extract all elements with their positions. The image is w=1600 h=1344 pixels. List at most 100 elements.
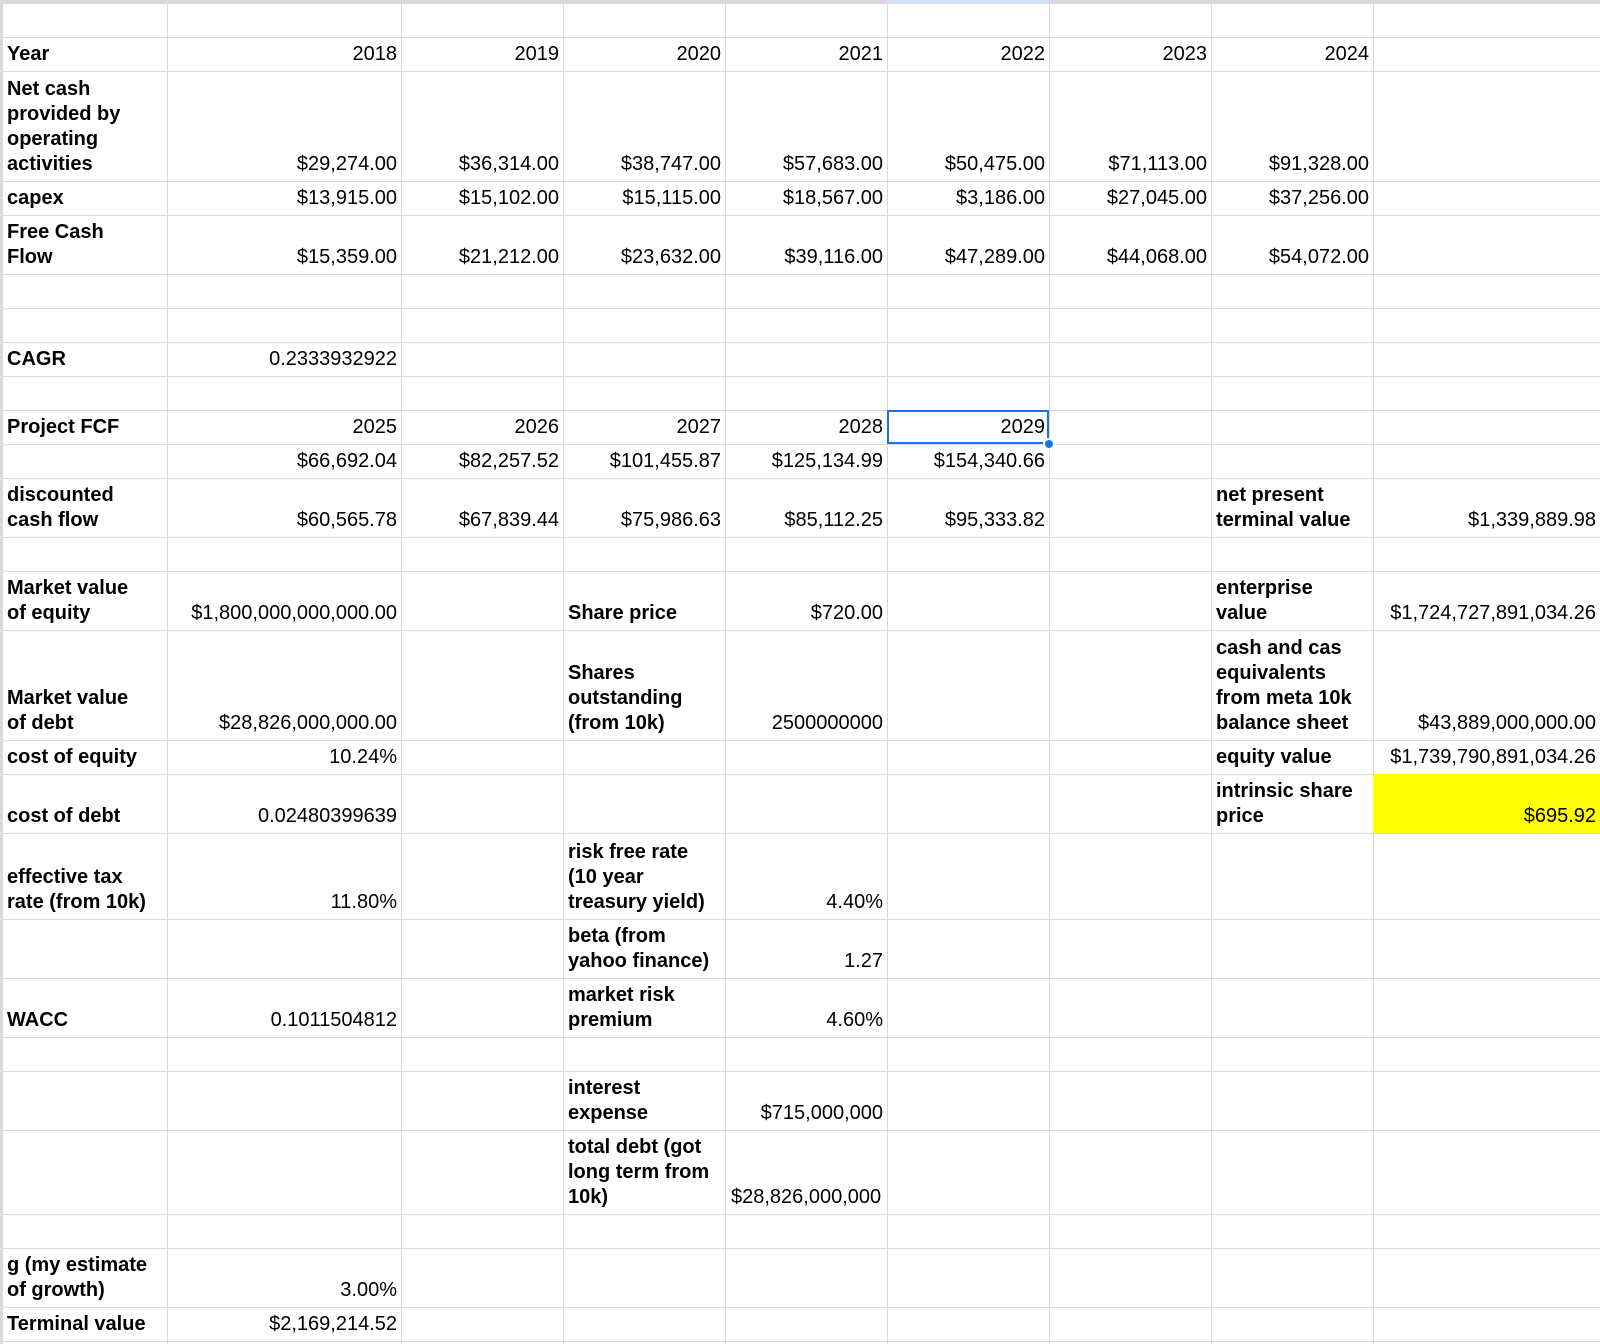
net-present-terminal-value[interactable]: $1,339,889.98 [1373, 478, 1600, 537]
shares-outstanding-value[interactable]: 2500000000 [725, 630, 887, 740]
cash-equivalents-label[interactable]: cash and cas equivalents from meta 10k b… [1211, 630, 1373, 740]
discounted-cash-flow-cell[interactable]: $95,333.82 [887, 478, 1049, 537]
projected-year-cell[interactable]: 2025 [167, 410, 401, 444]
free-cash-flow-cell[interactable]: $39,116.00 [725, 215, 887, 274]
operating-cash-label[interactable]: Net cash provided by operating activitie… [2, 71, 167, 181]
beta-label[interactable]: beta (from yahoo finance) [563, 919, 725, 978]
row-gridline [0, 376, 1600, 377]
cash-equivalents-value[interactable]: $43,889,000,000.00 [1373, 630, 1600, 740]
capex-cell[interactable]: $27,045.00 [1049, 181, 1211, 215]
growth-label[interactable]: g (my estimate of growth) [2, 1248, 167, 1307]
discounted-cash-flow-cell[interactable]: $60,565.78 [167, 478, 401, 537]
capex-cell[interactable]: $15,102.00 [401, 181, 563, 215]
free-cash-flow-label[interactable]: Free Cash Flow [2, 215, 167, 274]
free-cash-flow-cell[interactable]: $23,632.00 [563, 215, 725, 274]
year-cell[interactable]: 2024 [1211, 37, 1373, 71]
risk-free-rate-value[interactable]: 4.40% [725, 833, 887, 919]
capex-cell[interactable]: $3,186.00 [887, 181, 1049, 215]
discounted-cash-flow-cell[interactable]: $85,112.25 [725, 478, 887, 537]
wacc-value[interactable]: 0.1011504812 [167, 978, 401, 1037]
year-cell[interactable]: 2020 [563, 37, 725, 71]
free-cash-flow-cell[interactable]: $54,072.00 [1211, 215, 1373, 274]
cagr-value[interactable]: 0.2333932922 [167, 342, 401, 376]
cagr-label[interactable]: CAGR [2, 342, 167, 376]
year-cell[interactable]: 2019 [401, 37, 563, 71]
capex-cell[interactable]: $13,915.00 [167, 181, 401, 215]
market-value-debt-value[interactable]: $28,826,000,000.00 [167, 630, 401, 740]
capex-cell[interactable]: $18,567.00 [725, 181, 887, 215]
operating-cash-cell[interactable]: $36,314.00 [401, 71, 563, 181]
year-cell[interactable]: 2021 [725, 37, 887, 71]
equity-value-label[interactable]: equity value [1211, 740, 1373, 774]
projected-fcf-cell[interactable]: $125,134.99 [725, 444, 887, 478]
wacc-label[interactable]: WACC [2, 978, 167, 1037]
row-gridline [0, 1037, 1600, 1038]
interest-expense-value[interactable]: $715,000,000 [725, 1071, 887, 1130]
year-cell[interactable]: 2018 [167, 37, 401, 71]
effective-tax-rate-label[interactable]: effective tax rate (from 10k) [2, 833, 167, 919]
intrinsic-share-price-label[interactable]: intrinsic share price [1211, 774, 1373, 833]
operating-cash-cell[interactable]: $57,683.00 [725, 71, 887, 181]
free-cash-flow-cell[interactable]: $44,068.00 [1049, 215, 1211, 274]
year-label[interactable]: Year [2, 37, 167, 71]
cost-of-debt-value[interactable]: 0.02480399639 [167, 774, 401, 833]
projected-year-cell[interactable]: 2028 [725, 410, 887, 444]
free-cash-flow-cell[interactable]: $15,359.00 [167, 215, 401, 274]
cost-of-debt-label[interactable]: cost of debt [2, 774, 167, 833]
market-risk-premium-value[interactable]: 4.60% [725, 978, 887, 1037]
total-debt-value[interactable]: $28,826,000,000 [725, 1130, 887, 1214]
total-debt-label[interactable]: total debt (got long term from 10k) [563, 1130, 725, 1214]
projected-year-cell[interactable]: 2026 [401, 410, 563, 444]
discounted-cash-flow-cell[interactable]: $75,986.63 [563, 478, 725, 537]
operating-cash-cell[interactable]: $29,274.00 [167, 71, 401, 181]
cost-of-equity-value[interactable]: 10.24% [167, 740, 401, 774]
terminal-value-value[interactable]: $2,169,214.52 [167, 1307, 401, 1341]
capex-cell[interactable]: $15,115.00 [563, 181, 725, 215]
row-gridline [0, 1341, 1600, 1342]
beta-value[interactable]: 1.27 [725, 919, 887, 978]
row-gridline [0, 308, 1600, 309]
operating-cash-cell[interactable]: $71,113.00 [1049, 71, 1211, 181]
projected-fcf-cell[interactable]: $154,340.66 [887, 444, 1049, 478]
spreadsheet-grid[interactable]: Year 2018 2019 2020 2021 2022 2023 2024 Net cash… [0, 0, 1600, 1344]
operating-cash-cell[interactable]: $91,328.00 [1211, 71, 1373, 181]
effective-tax-rate-value[interactable]: 11.80% [167, 833, 401, 919]
risk-free-rate-label[interactable]: risk free rate (10 year treasury yield) [563, 833, 725, 919]
row-gridline [0, 537, 1600, 538]
share-price-value[interactable]: $720.00 [725, 571, 887, 630]
market-value-equity-value[interactable]: $1,800,000,000,000.00 [167, 571, 401, 630]
year-cell[interactable]: 2023 [1049, 37, 1211, 71]
discounted-cash-flow-label[interactable]: discounted cash flow [2, 478, 167, 537]
operating-cash-cell[interactable]: $50,475.00 [887, 71, 1049, 181]
market-value-debt-label[interactable]: Market value of debt [2, 630, 167, 740]
operating-cash-cell[interactable]: $38,747.00 [563, 71, 725, 181]
row-gridline [0, 3, 1600, 4]
market-value-equity-label[interactable]: Market value of equity [2, 571, 167, 630]
equity-value-value[interactable]: $1,739,790,891,034.26 [1373, 740, 1600, 774]
row-gridline [0, 1214, 1600, 1215]
projected-year-cell[interactable]: 2027 [563, 410, 725, 444]
net-present-terminal-label[interactable]: net present terminal value [1211, 478, 1373, 537]
intrinsic-share-price-value[interactable]: $695.92 [1373, 774, 1600, 833]
market-risk-premium-label[interactable]: market risk premium [563, 978, 725, 1037]
terminal-value-label[interactable]: Terminal value [2, 1307, 167, 1341]
capex-cell[interactable]: $37,256.00 [1211, 181, 1373, 215]
enterprise-value-value[interactable]: $1,724,727,891,034.26 [1373, 571, 1600, 630]
fill-handle[interactable] [1043, 438, 1055, 450]
discounted-cash-flow-cell[interactable]: $67,839.44 [401, 478, 563, 537]
share-price-label[interactable]: Share price [563, 571, 725, 630]
enterprise-value-label[interactable]: enterprise value [1211, 571, 1373, 630]
selected-cell[interactable]: 2029 [887, 410, 1049, 444]
cost-of-equity-label[interactable]: cost of equity [2, 740, 167, 774]
project-fcf-label[interactable]: Project FCF [2, 410, 167, 444]
projected-fcf-cell[interactable]: $101,455.87 [563, 444, 725, 478]
shares-outstanding-label[interactable]: Shares outstanding (from 10k) [563, 630, 725, 740]
interest-expense-label[interactable]: interest expense [563, 1071, 725, 1130]
free-cash-flow-cell[interactable]: $21,212.00 [401, 215, 563, 274]
free-cash-flow-cell[interactable]: $47,289.00 [887, 215, 1049, 274]
projected-fcf-cell[interactable]: $82,257.52 [401, 444, 563, 478]
growth-value[interactable]: 3.00% [167, 1248, 401, 1307]
capex-label[interactable]: capex [2, 181, 167, 215]
year-cell[interactable]: 2022 [887, 37, 1049, 71]
projected-fcf-cell[interactable]: $66,692.04 [167, 444, 401, 478]
